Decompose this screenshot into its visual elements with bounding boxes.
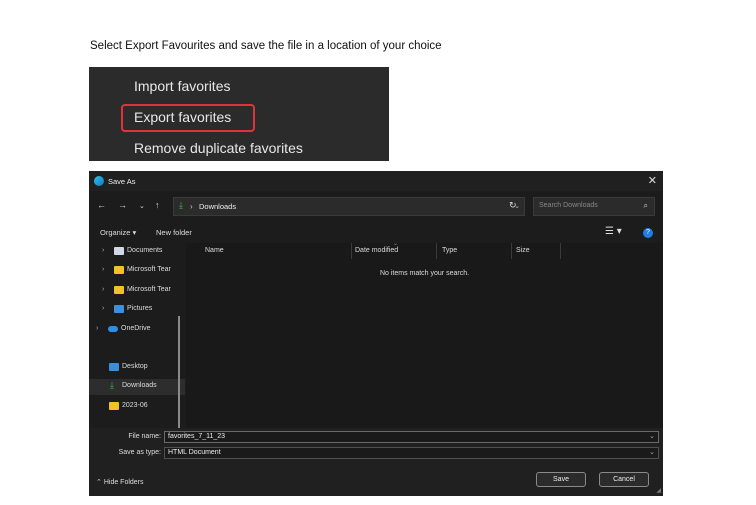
nav-item-label: Pictures	[127, 305, 153, 312]
nav-item-downloads[interactable]: ⤓ Downloads	[89, 379, 185, 395]
refresh-icon[interactable]: ↻	[509, 200, 517, 211]
column-divider[interactable]	[351, 243, 352, 259]
column-divider[interactable]	[560, 243, 561, 259]
sort-caret-icon: ⌄	[393, 241, 399, 247]
view-options-icon[interactable]: ☰ ▾	[605, 226, 622, 237]
column-divider[interactable]	[511, 243, 512, 259]
save-type-select[interactable]: HTML Document ⌄	[164, 447, 659, 459]
search-box[interactable]: Search Downloads ⌕	[533, 197, 655, 216]
chevron-down-icon[interactable]: ⌄	[649, 432, 655, 442]
column-divider[interactable]	[436, 243, 437, 259]
back-arrow-icon[interactable]: ←	[97, 200, 106, 210]
nav-item-pictures[interactable]: › Pictures	[89, 302, 185, 318]
dialog-titlebar: Save As ✕	[89, 171, 663, 191]
column-header-date-modified[interactable]: Date modified	[355, 247, 398, 254]
help-icon[interactable]: ?	[643, 228, 653, 238]
nav-item-label: OneDrive	[121, 325, 151, 332]
desktop-icon	[109, 363, 119, 371]
chevron-up-icon: ⌃	[96, 479, 102, 486]
file-name-field[interactable]: favorites_7_11_23 ⌄	[164, 431, 659, 443]
chevron-down-icon[interactable]: ⌄	[649, 448, 655, 458]
file-name-label: File name:	[128, 433, 161, 440]
download-icon: ⤓	[179, 200, 183, 210]
save-button[interactable]: Save	[536, 472, 586, 487]
address-bar[interactable]: ⤓ › Downloads ⌄	[173, 197, 525, 216]
folder-icon	[114, 286, 124, 294]
column-header-type[interactable]: Type	[442, 247, 457, 254]
document-icon	[114, 247, 124, 255]
navigation-bar: ← → ⌄ ↑ ⤓ › Downloads ⌄ ↻ Search Downloa…	[89, 195, 663, 219]
address-path: Downloads	[199, 202, 237, 211]
file-name-value: favorites_7_11_23	[168, 433, 226, 440]
new-folder-button[interactable]: New folder	[156, 228, 192, 237]
save-type-value: HTML Document	[168, 449, 221, 456]
close-icon[interactable]: ✕	[648, 174, 657, 187]
instruction-text: Select Export Favourites and save the fi…	[90, 40, 442, 52]
column-header-size[interactable]: Size	[516, 247, 530, 254]
navigation-pane: › Documents › Microsoft Tear › Microsoft…	[89, 243, 185, 436]
download-icon: ⤓	[110, 380, 114, 390]
expand-chevron-icon[interactable]: ›	[102, 266, 104, 273]
search-placeholder: Search Downloads	[539, 202, 598, 209]
nav-item-label: Microsoft Tear	[127, 286, 171, 293]
command-bar: Organize ▾ New folder ☰ ▾ ?	[89, 225, 663, 241]
nav-item-label: Desktop	[122, 363, 148, 370]
nav-item-microsoft-teams-2[interactable]: › Microsoft Tear	[89, 283, 185, 299]
up-arrow-icon[interactable]: ↑	[155, 200, 160, 210]
hide-folders-label: Hide Folders	[103, 479, 144, 486]
save-options-panel: File name: favorites_7_11_23 ⌄ Save as t…	[89, 428, 663, 496]
folder-icon	[114, 266, 124, 274]
nav-item-2023-06[interactable]: 2023-06	[89, 399, 185, 415]
nav-item-label: 2023-06	[122, 402, 148, 409]
column-header-name[interactable]: Name	[205, 247, 224, 254]
cloud-icon	[108, 326, 118, 332]
nav-item-label: Documents	[127, 247, 163, 254]
nav-item-documents[interactable]: › Documents	[89, 244, 185, 260]
recent-locations-chevron-icon[interactable]: ⌄	[139, 202, 145, 210]
nav-item-desktop[interactable]: Desktop	[89, 360, 185, 376]
highlight-box	[121, 104, 255, 132]
nav-item-microsoft-teams-1[interactable]: › Microsoft Tear	[89, 263, 185, 279]
menu-item-import-favorites[interactable]: Import favorites	[134, 78, 230, 94]
breadcrumb-separator-icon: ›	[190, 202, 193, 211]
file-list: Name ⌄ Date modified Type Size No items …	[186, 241, 663, 428]
hide-folders-button[interactable]: ⌃ Hide Folders	[96, 478, 144, 486]
dialog-title: Save As	[108, 177, 136, 186]
expand-chevron-icon[interactable]: ›	[96, 325, 98, 332]
empty-message: No items match your search.	[379, 270, 470, 277]
resize-grip-icon[interactable]: ◢	[656, 487, 661, 494]
organize-button[interactable]: Organize ▾	[100, 228, 136, 237]
menu-item-remove-duplicates[interactable]: Remove duplicate favorites	[134, 140, 303, 156]
nav-item-label: Microsoft Tear	[127, 266, 171, 273]
edge-icon	[94, 176, 104, 186]
forward-arrow-icon[interactable]: →	[118, 200, 127, 210]
nav-item-onedrive[interactable]: › OneDrive	[89, 322, 185, 338]
nav-item-label: Downloads	[122, 382, 157, 389]
expand-chevron-icon[interactable]: ›	[102, 305, 104, 312]
folder-icon	[109, 402, 119, 410]
pictures-icon	[114, 305, 124, 313]
expand-chevron-icon[interactable]: ›	[102, 247, 104, 254]
search-icon: ⌕	[643, 201, 648, 210]
nav-scrollbar[interactable]	[178, 316, 180, 436]
cancel-button[interactable]: Cancel	[599, 472, 649, 487]
expand-chevron-icon[interactable]: ›	[102, 286, 104, 293]
save-as-dialog: Save As ✕ ← → ⌄ ↑ ⤓ › Downloads ⌄ ↻ Sear…	[89, 171, 663, 496]
save-type-label: Save as type:	[118, 449, 161, 456]
favorites-menu: Import favorites Export favorites Remove…	[89, 67, 389, 161]
